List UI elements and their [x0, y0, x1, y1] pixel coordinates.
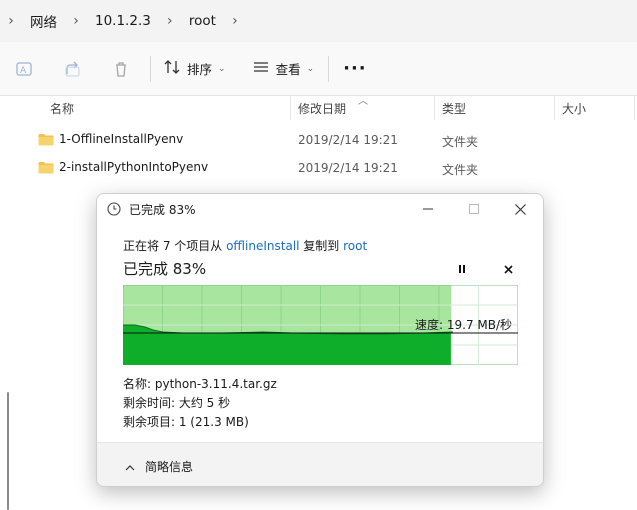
toolbar-divider — [150, 55, 151, 82]
file-type: 文件夹 — [442, 135, 479, 149]
chevron-right-icon: › — [73, 13, 79, 29]
clock-icon — [107, 202, 121, 216]
transfer-speed: 速度: 19.7 MB/秒 — [415, 318, 513, 332]
view-label: 查看 — [275, 62, 301, 77]
dialog-footer: 简略信息 — [97, 442, 543, 486]
chevron-up-icon — [125, 460, 135, 474]
chevron-down-icon: ⌄ — [218, 63, 226, 74]
share-icon[interactable] — [62, 58, 84, 80]
chevron-right-icon: › — [8, 13, 14, 29]
source-link[interactable]: offlineInstall — [226, 239, 299, 253]
chevron-right-icon[interactable]: › — [228, 13, 242, 29]
column-header-name[interactable]: 名称 — [50, 100, 74, 117]
column-header-row: 名称 ︿ 修改日期 类型 大小 — [18, 96, 637, 120]
view-icon — [252, 58, 270, 79]
column-divider[interactable] — [634, 96, 635, 120]
folder-icon — [38, 161, 54, 174]
description-text: 复制到 — [299, 239, 344, 253]
delete-icon[interactable] — [110, 58, 132, 80]
navigation-pane — [0, 96, 18, 510]
toolbar: A 排序 ⌄ 查看 ⌄ ··· — [0, 42, 637, 96]
column-header-size[interactable]: 大小 — [562, 100, 586, 117]
progress-percent: 已完成 83% — [123, 260, 207, 278]
dialog-title: 已完成 83% — [129, 202, 196, 217]
rename-icon[interactable]: A — [13, 58, 35, 80]
pause-button[interactable] — [453, 260, 471, 278]
column-header-type[interactable]: 类型 — [442, 100, 466, 117]
minimize-button[interactable] — [405, 194, 451, 224]
toolbar-divider — [328, 55, 330, 82]
column-divider[interactable] — [290, 96, 291, 120]
fewer-details-toggle[interactable]: 简略信息 — [125, 458, 193, 475]
list-item[interactable]: 1-OfflineInstallPyenv 2019/2/14 19:21 文件… — [18, 126, 637, 154]
scrollbar[interactable] — [7, 392, 9, 510]
view-button[interactable]: 查看 ⌄ — [252, 58, 315, 79]
file-date: 2019/2/14 19:21 — [298, 161, 398, 175]
breadcrumb: › 网络 › 10.1.2.3 › root › — [0, 0, 637, 42]
destination-link[interactable]: root — [343, 239, 367, 253]
sort-button[interactable]: 排序 ⌄ — [163, 58, 226, 79]
chevron-down-icon: ⌄ — [306, 63, 315, 74]
description-text: 正在将 7 个项目从 — [123, 239, 227, 253]
current-file-name: 名称: python-3.11.4.tar.gz — [123, 377, 277, 391]
file-name: 2-installPythonIntoPyenv — [59, 160, 209, 174]
breadcrumb-item-host[interactable]: 10.1.2.3 — [89, 13, 157, 29]
time-remaining: 剩余时间: 大约 5 秒 — [123, 396, 231, 410]
items-remaining: 剩余项目: 1 (21.3 MB) — [123, 415, 249, 429]
folder-icon — [38, 133, 54, 146]
breadcrumb-item-network[interactable]: 网络 — [24, 11, 63, 31]
close-button[interactable] — [497, 194, 543, 224]
copy-description: 正在将 7 个项目从 offlineInstall 复制到 root — [123, 237, 367, 254]
maximize-button — [451, 194, 497, 224]
dialog-titlebar[interactable]: 已完成 83% — [97, 194, 543, 224]
chevron-right-icon: › — [167, 13, 173, 29]
file-name: 1-OfflineInstallPyenv — [59, 132, 184, 146]
sort-up-icon: ︿ — [358, 96, 368, 107]
list-item[interactable]: 2-installPythonIntoPyenv 2019/2/14 19:21… — [18, 154, 637, 182]
fewer-details-label: 简略信息 — [145, 460, 194, 474]
cancel-button[interactable] — [499, 260, 517, 278]
svg-text:A: A — [20, 66, 27, 76]
more-options-button[interactable]: ··· — [343, 58, 367, 79]
copy-progress-dialog: 已完成 83% 正在将 7 个项目从 offlineInstall 复制到 ro… — [96, 193, 544, 487]
breadcrumb-item-root[interactable]: root — [183, 13, 222, 29]
sort-icon — [163, 58, 181, 79]
column-divider[interactable] — [554, 96, 555, 120]
sort-label: 排序 — [187, 62, 213, 77]
file-type: 文件夹 — [442, 163, 479, 177]
column-divider[interactable] — [434, 96, 435, 120]
file-date: 2019/2/14 19:21 — [298, 133, 398, 147]
column-header-date[interactable]: 修改日期 — [298, 100, 346, 117]
